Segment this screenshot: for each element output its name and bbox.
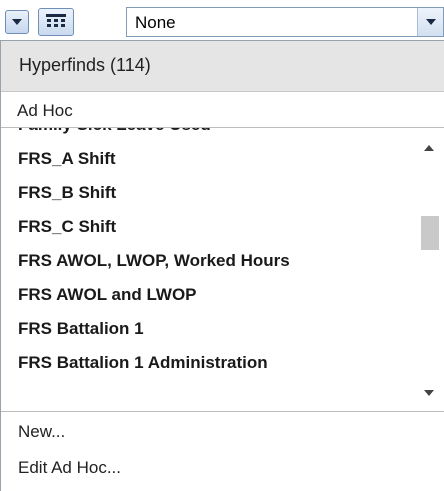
list-item[interactable]: FRS_A Shift — [1, 141, 413, 175]
grid-view-button[interactable] — [38, 8, 74, 36]
panel-header: Hyperfinds (114) — [1, 41, 444, 92]
panel-footer: New... Edit Ad Hoc... — [1, 411, 444, 491]
table-grid-icon — [46, 14, 66, 27]
hyperfind-list-items: Family Sick Leave Used FRS_A Shift FRS_B… — [1, 128, 413, 379]
arrow-down-icon — [423, 390, 434, 396]
hyperfind-list: Family Sick Leave Used FRS_A Shift FRS_B… — [1, 128, 444, 411]
hyperfind-dropdown-window: None Hyperfinds (114) Ad Hoc Family Sick… — [0, 0, 444, 491]
chevron-down-icon — [12, 19, 22, 25]
scroll-down-button[interactable] — [413, 379, 444, 407]
list-item[interactable]: FRS Battalion 1 — [1, 311, 413, 345]
mini-dropdown-button[interactable] — [5, 10, 29, 34]
scroll-up-button[interactable] — [413, 134, 444, 162]
adhoc-option[interactable]: Ad Hoc — [1, 92, 444, 128]
new-hyperfind-link[interactable]: New... — [18, 422, 65, 442]
vertical-scrollbar[interactable] — [413, 128, 444, 411]
filter-select-value: None — [135, 13, 176, 32]
filter-select[interactable]: None — [126, 7, 444, 37]
list-item[interactable]: FRS_B Shift — [1, 175, 413, 209]
list-item[interactable]: Family Sick Leave Used — [1, 128, 413, 141]
hyperfinds-panel: Hyperfinds (114) Ad Hoc Family Sick Leav… — [0, 40, 444, 491]
panel-title: Hyperfinds (114) — [19, 55, 151, 75]
list-item[interactable]: FRS Battalion 1 Administration — [1, 345, 413, 379]
chevron-down-icon — [425, 19, 436, 25]
edit-adhoc-link[interactable]: Edit Ad Hoc... — [18, 458, 121, 478]
list-item[interactable]: FRS AWOL, LWOP, Worked Hours — [1, 243, 413, 277]
arrow-up-icon — [423, 145, 434, 151]
list-item[interactable]: FRS AWOL and LWOP — [1, 277, 413, 311]
filter-select-arrow[interactable] — [417, 8, 443, 36]
adhoc-label: Ad Hoc — [17, 101, 73, 120]
scroll-thumb[interactable] — [421, 216, 439, 250]
toolbar: None — [0, 0, 444, 38]
list-item[interactable]: FRS_C Shift — [1, 209, 413, 243]
